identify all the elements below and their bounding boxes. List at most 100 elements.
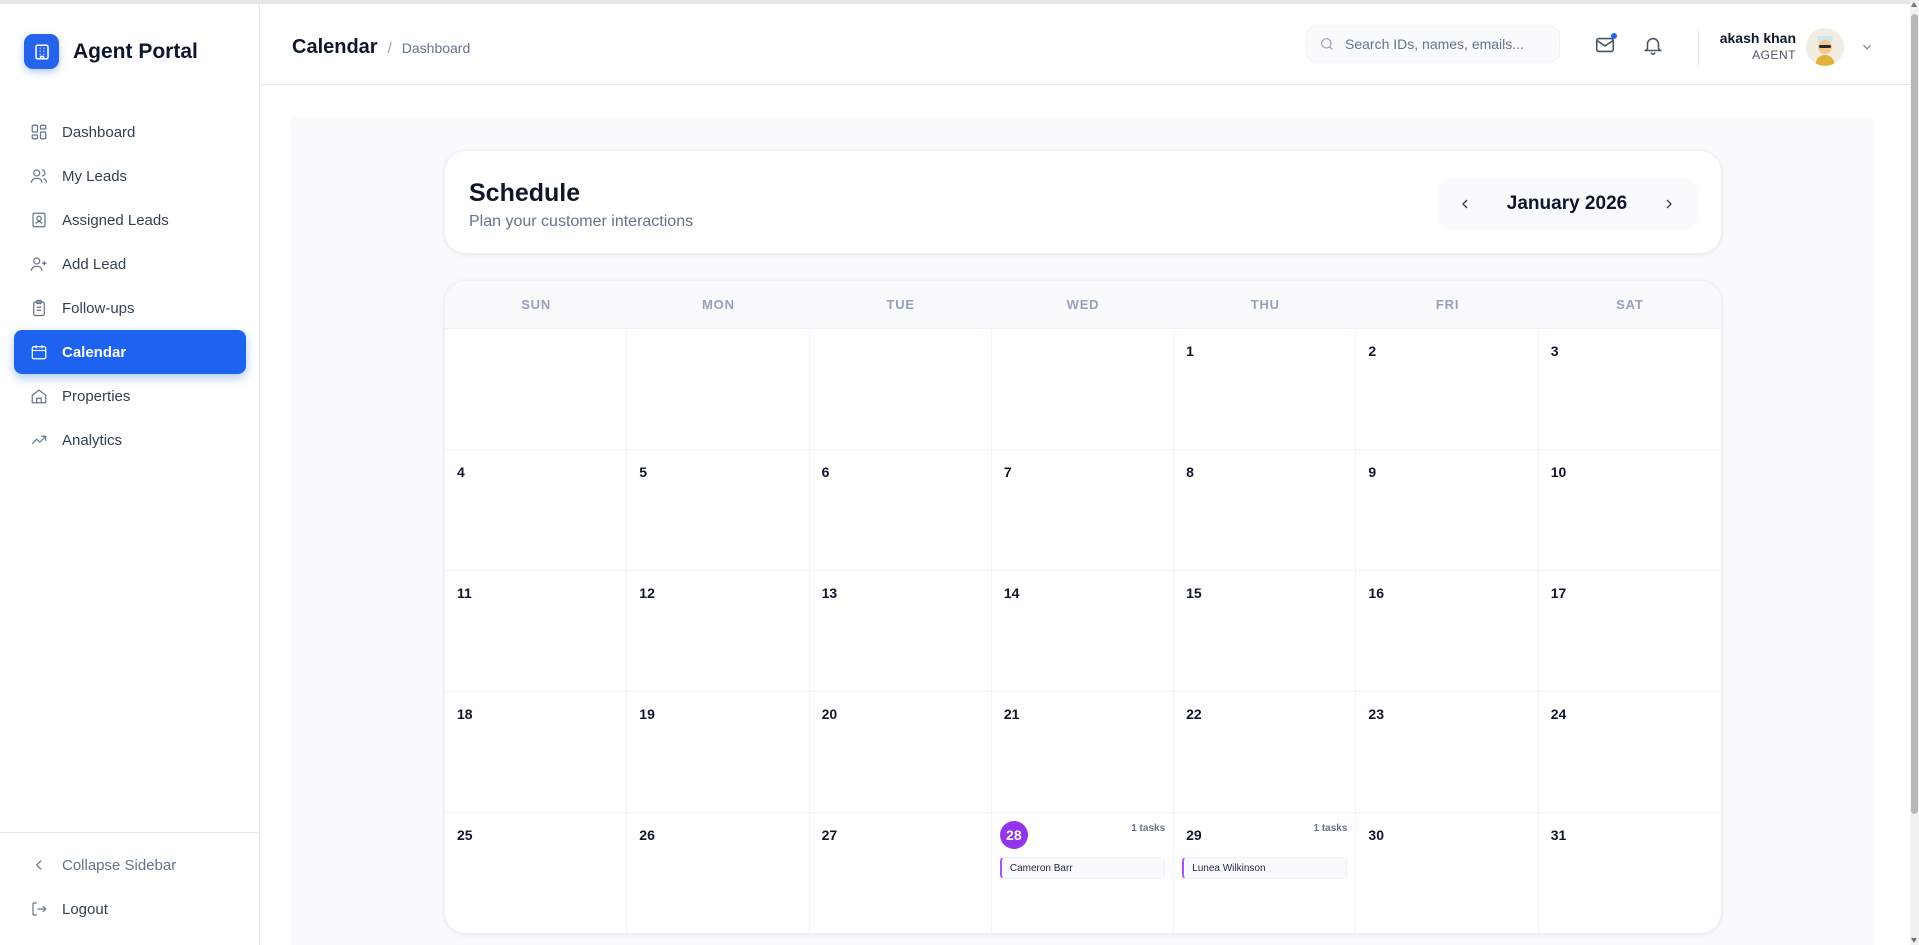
empty-day-cell <box>445 329 628 450</box>
avatar[interactable] <box>1806 28 1844 66</box>
day-number: 16 <box>1368 585 1384 601</box>
chevron-left-icon <box>35 860 42 870</box>
notifications-button[interactable] <box>1642 34 1664 56</box>
sidebar-item-label: Calendar <box>62 343 127 361</box>
day-cell[interactable]: 1 <box>1174 329 1357 450</box>
day-number: 3 <box>1550 343 1559 359</box>
day-cell[interactable]: 28 1 tasks Cameron Barr <box>992 813 1175 933</box>
day-cell[interactable]: 16 <box>1356 571 1539 692</box>
weekday-label: SAT <box>1616 297 1644 312</box>
chevron-right-icon <box>1666 199 1672 209</box>
brand[interactable]: Agent Portal <box>24 34 198 69</box>
today-marker: 28 <box>999 821 1028 849</box>
sidebar-item-label: Properties <box>62 387 131 405</box>
messages-button[interactable] <box>1594 33 1617 56</box>
sidebar-item-calendar[interactable]: Calendar <box>14 330 246 374</box>
scroll-up-arrow[interactable] <box>1911 2 1917 7</box>
sidebar: Agent Portal Dashboard My Leads Assigned… <box>0 0 260 945</box>
top-header: Calendar / Dashboard akash khan AGENT <box>260 0 1910 85</box>
collapse-sidebar-button[interactable]: Collapse Sidebar <box>14 843 246 887</box>
sidebar-item-label: Dashboard <box>62 123 136 141</box>
day-cell[interactable]: 6 <box>809 450 992 571</box>
day-number: 14 <box>1003 585 1020 601</box>
day-cell[interactable]: 4 <box>445 450 628 571</box>
day-number: 18 <box>457 706 473 722</box>
day-number: 15 <box>1186 585 1202 601</box>
logout-button[interactable]: Logout <box>14 887 246 931</box>
day-cell[interactable]: 18 <box>445 692 628 813</box>
day-number: 7 <box>1003 464 1012 480</box>
month-navigator: January 2026 <box>1437 179 1697 229</box>
day-cell[interactable]: 29 1 tasks Lunea Wilkinson <box>1174 813 1357 933</box>
day-cell[interactable]: 10 <box>1538 450 1721 571</box>
breadcrumb-separator: / <box>387 40 392 57</box>
user-info[interactable]: akash khan AGENT <box>1716 30 1796 62</box>
sidebar-item-add-lead[interactable]: Add Lead <box>14 242 246 286</box>
sidebar-item-label: Follow-ups <box>62 299 135 317</box>
day-cell[interactable]: 14 <box>991 571 1175 692</box>
day-number: 6 <box>821 464 830 480</box>
sidebar-item-assigned-leads[interactable]: Assigned Leads <box>14 198 246 242</box>
day-cell[interactable]: 17 <box>1538 571 1721 692</box>
page-scrollbar[interactable] <box>1910 0 1919 945</box>
day-number: 2 <box>1368 343 1377 359</box>
day-cell[interactable]: 21 <box>991 692 1175 813</box>
chevron-down-icon <box>1863 44 1871 50</box>
day-cell[interactable]: 30 <box>1356 813 1539 933</box>
prev-month-button[interactable] <box>1451 190 1479 218</box>
day-number: 8 <box>1186 464 1194 480</box>
day-number: 9 <box>1368 464 1377 480</box>
day-number: 22 <box>1186 706 1202 722</box>
calendar-event[interactable]: Cameron Barr <box>999 857 1166 879</box>
unread-dot <box>1611 33 1617 39</box>
day-cell[interactable]: 27 <box>810 813 992 933</box>
next-month-button[interactable] <box>1655 190 1683 218</box>
day-cell[interactable]: 15 <box>1174 571 1357 692</box>
day-number: 20 <box>821 706 838 722</box>
scroll-thumb[interactable] <box>1911 14 1918 814</box>
sidebar-item-my-leads[interactable]: My Leads <box>14 154 246 198</box>
calendar-event[interactable]: Lunea Wilkinson <box>1182 857 1348 879</box>
day-cell[interactable]: 12 <box>627 571 810 692</box>
weekday-label: WED <box>1066 297 1100 312</box>
day-number: 21 <box>1003 706 1020 722</box>
day-cell[interactable]: 11 <box>445 571 628 692</box>
weekday-label: TUE <box>886 297 915 312</box>
user-menu-chevron[interactable] <box>1860 40 1874 54</box>
empty-day-cell <box>809 329 992 450</box>
page-title: Calendar <box>292 36 378 58</box>
collapse-sidebar-label: Collapse Sidebar <box>62 856 177 874</box>
day-cell[interactable]: 23 <box>1356 692 1539 813</box>
day-cell[interactable]: 31 <box>1539 813 1721 933</box>
sidebar-item-dashboard[interactable]: Dashboard <box>14 110 246 154</box>
sidebar-item-properties[interactable]: Properties <box>14 374 246 418</box>
day-number: 24 <box>1550 706 1567 722</box>
chevron-left-icon <box>1462 199 1468 209</box>
day-cell[interactable]: 8 <box>1174 450 1357 571</box>
day-cell[interactable]: 26 <box>627 813 810 933</box>
user-role: AGENT <box>1752 48 1796 62</box>
day-number: 13 <box>821 585 838 601</box>
logout-label: Logout <box>62 900 108 918</box>
day-cell[interactable]: 3 <box>1538 329 1721 450</box>
sidebar-item-analytics[interactable]: Analytics <box>14 418 246 462</box>
day-number: 29 <box>1186 827 1202 843</box>
search-input[interactable] <box>1345 36 1545 52</box>
day-cell[interactable]: 13 <box>809 571 992 692</box>
day-cell[interactable]: 19 <box>627 692 810 813</box>
day-cell[interactable]: 7 <box>991 450 1175 571</box>
day-cell[interactable]: 22 <box>1174 692 1357 813</box>
breadcrumb-dashboard-link[interactable]: Dashboard <box>402 40 471 56</box>
day-cell[interactable]: 9 <box>1356 450 1539 571</box>
schedule-card: Schedule Plan your customer interactions… <box>444 150 1722 254</box>
sidebar-item-follow-ups[interactable]: Follow-ups <box>14 286 246 330</box>
day-cell[interactable]: 24 <box>1538 692 1721 813</box>
day-cell[interactable]: 5 <box>627 450 810 571</box>
weekday-label: THU <box>1250 297 1280 312</box>
day-cell[interactable]: 25 <box>445 813 628 933</box>
scroll-down-arrow[interactable] <box>1911 938 1917 943</box>
day-cell[interactable]: 20 <box>809 692 992 813</box>
day-number: 30 <box>1368 827 1384 843</box>
day-cell[interactable]: 2 <box>1356 329 1539 450</box>
breadcrumb: Calendar / Dashboard <box>292 36 470 59</box>
